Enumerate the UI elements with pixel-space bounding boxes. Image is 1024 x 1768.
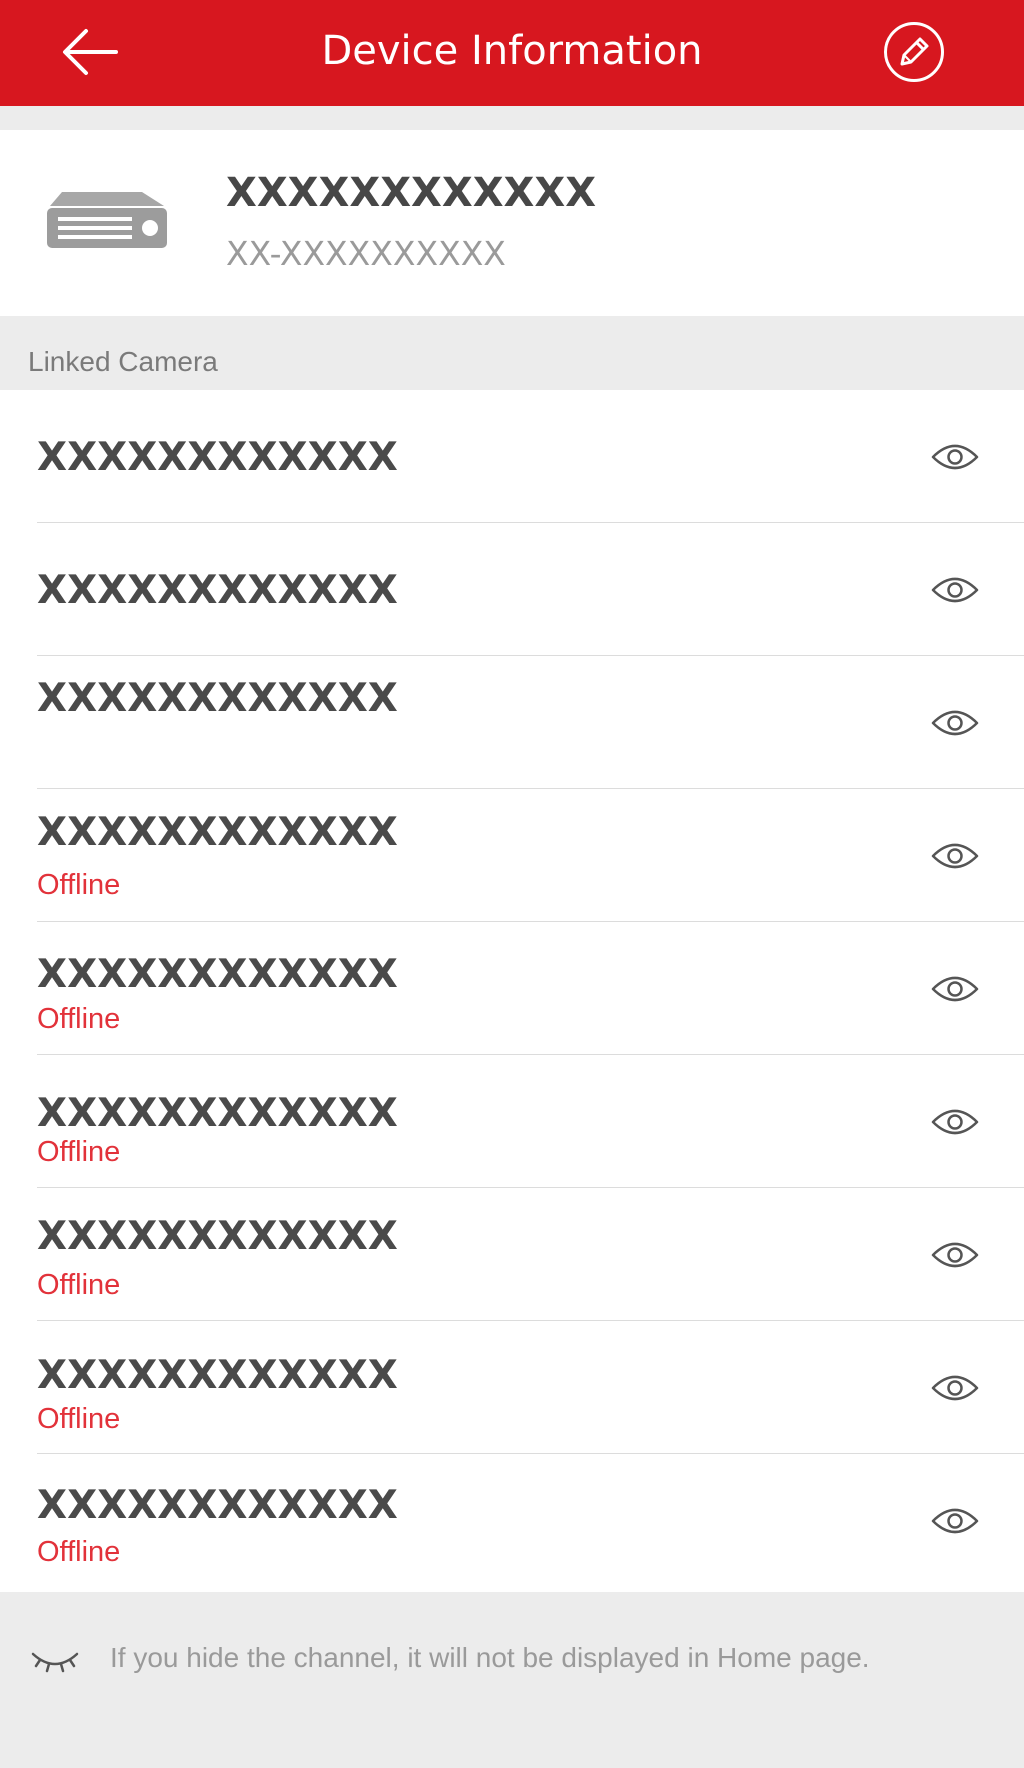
eye-icon[interactable] <box>930 1368 980 1408</box>
section-header-linked-camera: Linked Camera <box>28 346 218 377</box>
camera-name: XXXXXXXXXXXX <box>37 435 398 480</box>
camera-name: XXXXXXXXXXXX <box>37 810 398 855</box>
device-serial: XX-XXXXXXXXXX <box>226 234 506 273</box>
eye-icon[interactable] <box>930 1501 980 1541</box>
camera-name: XXXXXXXXXXXX <box>37 568 398 613</box>
camera-row[interactable]: XXXXXXXXXXXX <box>0 523 1024 656</box>
camera-name: XXXXXXXXXXXX <box>37 1091 398 1136</box>
camera-status: Offline <box>37 1403 121 1435</box>
camera-status: Offline <box>37 1003 121 1035</box>
eye-icon[interactable] <box>930 836 980 876</box>
camera-row[interactable]: XXXXXXXXXXXX Offline <box>0 1188 1024 1321</box>
device-name: XXXXXXXXXXXX <box>226 170 597 216</box>
page-title: Device Information <box>321 28 703 74</box>
eye-icon[interactable] <box>930 1235 980 1275</box>
eye-icon[interactable] <box>930 703 980 743</box>
camera-name: XXXXXXXXXXXX <box>37 1214 398 1259</box>
camera-row[interactable]: XXXXXXXXXXXX Offline <box>0 1454 1024 1587</box>
app-header: Device Information <box>0 0 1024 106</box>
camera-row[interactable]: XXXXXXXXXXXX <box>0 656 1024 789</box>
dvr-recorder-icon <box>47 192 167 248</box>
camera-row[interactable]: XXXXXXXXXXXX <box>0 390 1024 523</box>
camera-status: Offline <box>37 1136 121 1168</box>
camera-row[interactable]: XXXXXXXXXXXX Offline <box>0 789 1024 922</box>
camera-row[interactable]: XXXXXXXXXXXX Offline <box>0 922 1024 1055</box>
eye-icon[interactable] <box>930 570 980 610</box>
device-summary-card: XXXXXXXXXXXX XX-XXXXXXXXXX <box>0 130 1024 316</box>
eye-closed-icon <box>31 1652 79 1673</box>
camera-name: XXXXXXXXXXXX <box>37 1483 398 1528</box>
camera-row[interactable]: XXXXXXXXXXXX Offline <box>0 1055 1024 1188</box>
camera-name: XXXXXXXXXXXX <box>37 1353 398 1398</box>
eye-icon[interactable] <box>930 969 980 1009</box>
hide-channel-hint: If you hide the channel, it will not be … <box>0 1592 1024 1768</box>
linked-camera-list: XXXXXXXXXXXX XXXXXXXXXXXX XXXXXXXXXXXX X… <box>0 390 1024 1592</box>
camera-row[interactable]: XXXXXXXXXXXX Offline <box>0 1321 1024 1454</box>
camera-status: Offline <box>37 1536 121 1568</box>
camera-name: XXXXXXXXXXXX <box>37 676 398 721</box>
eye-icon[interactable] <box>930 1102 980 1142</box>
camera-status: Offline <box>37 869 121 901</box>
edit-button[interactable] <box>880 18 948 86</box>
eye-icon[interactable] <box>930 437 980 477</box>
hide-channel-note: If you hide the channel, it will not be … <box>110 1642 870 1673</box>
camera-name: XXXXXXXXXXXX <box>37 952 398 997</box>
pencil-icon <box>884 22 944 82</box>
camera-status: Offline <box>37 1269 121 1301</box>
